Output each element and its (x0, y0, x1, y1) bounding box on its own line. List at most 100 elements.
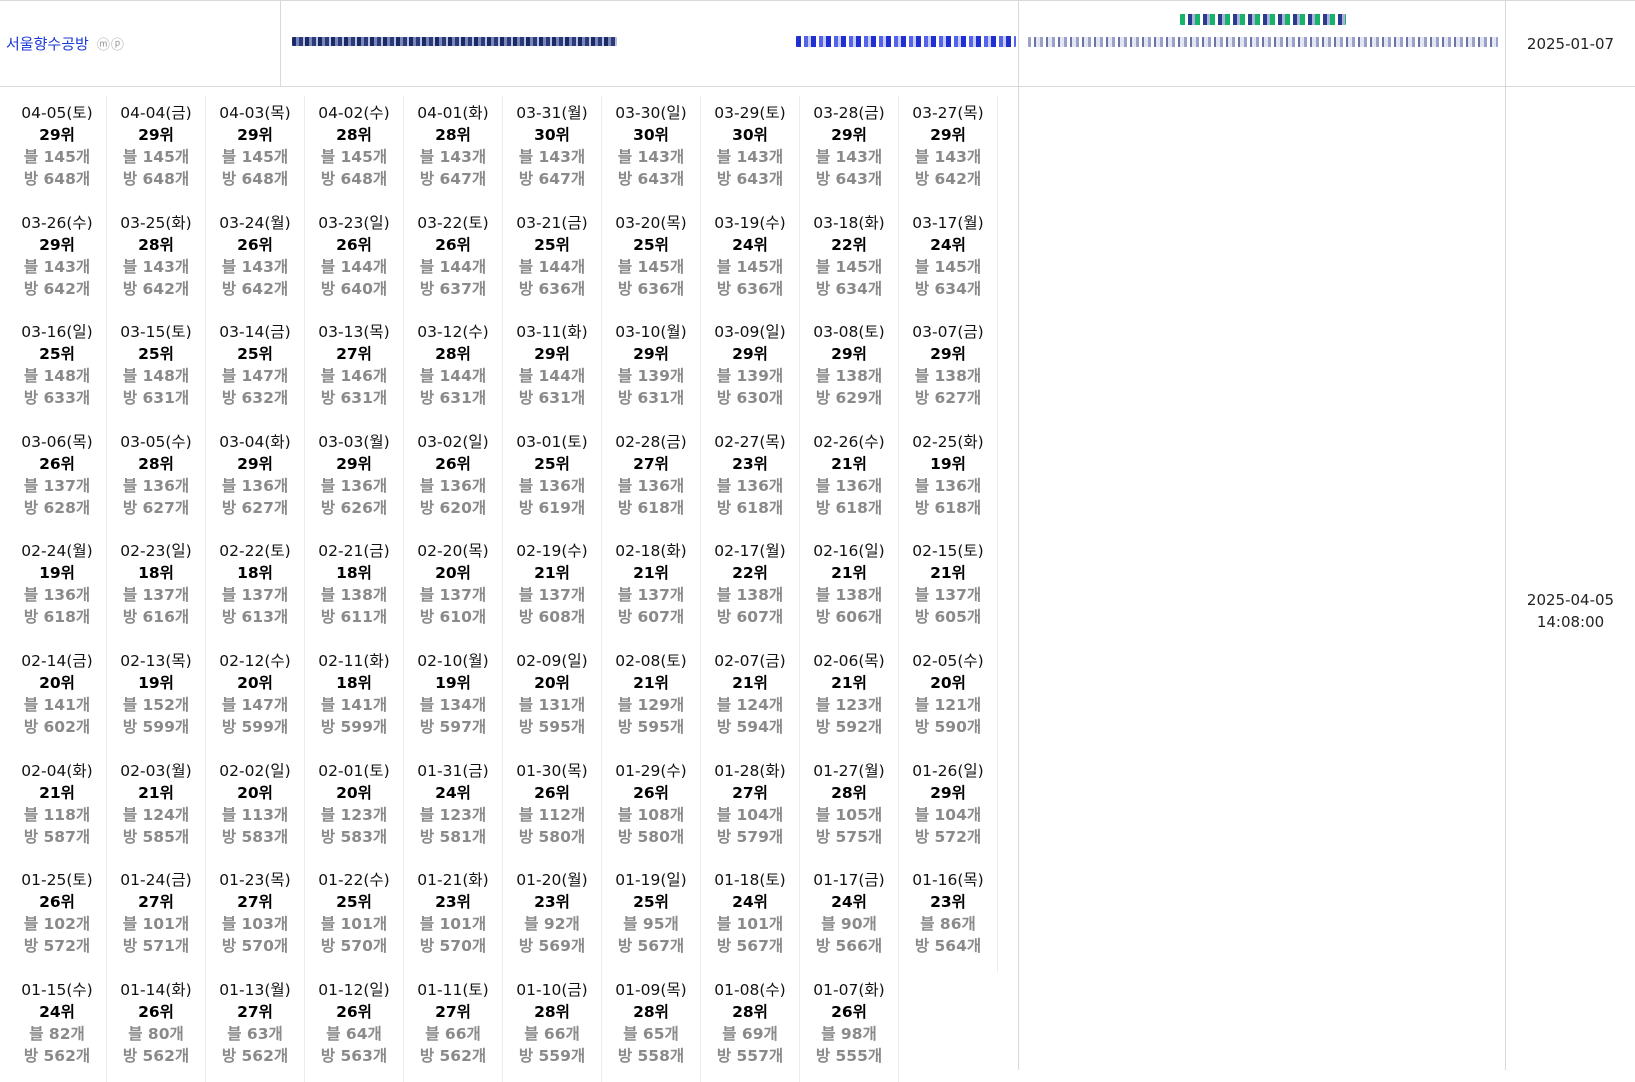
day-date: 01-11(토) (417, 980, 489, 999)
day-cell: 01-29(수) 26위 블 108개 방 580개 (602, 753, 701, 864)
day-rank: 29위 (237, 454, 273, 473)
day-room-count: 방 636개 (716, 279, 784, 298)
day-room-count: 방 631개 (122, 389, 190, 408)
day-room-count: 방 627개 (221, 498, 289, 517)
day-room-count: 방 618개 (716, 498, 784, 517)
day-blog-count: 블 108개 (617, 805, 685, 824)
day-room-count: 방 637개 (419, 279, 487, 298)
day-cell: 02-01(토) 20위 블 123개 방 583개 (305, 753, 404, 864)
day-cell: 03-10(월) 29위 블 139개 방 631개 (602, 315, 701, 425)
day-cell: 01-27(월) 28위 블 105개 방 575개 (800, 753, 899, 864)
day-room-count: 방 569개 (518, 937, 586, 956)
day-room-count: 방 631개 (518, 389, 586, 408)
day-cell: 01-24(금) 27위 블 101개 방 571개 (107, 863, 206, 973)
day-blog-count: 블 101개 (320, 915, 388, 934)
day-rank: 21위 (831, 564, 867, 583)
day-date: 02-02(일) (219, 761, 291, 780)
day-rank: 27위 (633, 454, 669, 473)
day-rank: 28위 (633, 1002, 669, 1021)
day-blog-count: 블 138개 (815, 586, 883, 605)
day-date: 03-07(금) (912, 323, 984, 342)
day-room-count: 방 580개 (617, 827, 685, 846)
day-room-count: 방 572개 (23, 937, 91, 956)
day-rank: 22위 (732, 564, 768, 583)
day-room-count: 방 618개 (23, 608, 91, 627)
day-rank: 18위 (336, 673, 372, 692)
day-date: 02-11(화) (318, 651, 390, 670)
day-room-count: 방 627개 (914, 389, 982, 408)
day-date: 04-01(화) (417, 104, 489, 122)
day-room-count: 방 579개 (716, 827, 784, 846)
day-date: 01-26(일) (912, 761, 984, 780)
day-cell: 02-23(일) 18위 블 137개 방 616개 (107, 534, 206, 644)
day-date: 01-18(토) (714, 871, 786, 890)
day-room-count: 방 618개 (617, 498, 685, 517)
day-cell: 02-06(목) 21위 블 123개 방 592개 (800, 643, 899, 754)
day-blog-count: 블 139개 (716, 367, 784, 386)
day-room-count: 방 583개 (221, 827, 289, 846)
day-blog-count: 블 144개 (518, 257, 586, 276)
day-date: 01-28(화) (714, 761, 786, 780)
day-cell: 01-09(목) 28위 블 65개 방 558개 (602, 972, 701, 1082)
day-cell: 04-02(수) 28위 블 145개 방 648개 (305, 96, 404, 206)
day-cell: 03-27(목) 29위 블 143개 방 642개 (899, 96, 998, 206)
day-blog-count: 블 137개 (617, 586, 685, 605)
day-date: 01-16(목) (912, 871, 984, 890)
day-cell: 03-08(토) 29위 블 138개 방 629개 (800, 315, 899, 425)
day-rank: 21위 (633, 564, 669, 583)
day-rank: 27위 (237, 893, 273, 912)
day-room-count: 방 595개 (617, 717, 685, 736)
day-blog-count: 블 148개 (23, 367, 91, 386)
day-blog-count: 블 136개 (617, 476, 685, 495)
day-rank: 29위 (336, 454, 372, 473)
day-rank: 29위 (633, 345, 669, 364)
day-room-count: 방 599개 (221, 717, 289, 736)
day-rank: 25위 (534, 235, 570, 254)
day-rank: 20위 (237, 673, 273, 692)
day-cell: 03-20(목) 25위 블 145개 방 636개 (602, 205, 701, 316)
day-rank: 20위 (435, 564, 471, 583)
day-rank: 21위 (831, 673, 867, 692)
day-blog-count: 블 138개 (914, 367, 982, 386)
day-room-count: 방 564개 (914, 937, 982, 956)
day-rank: 21위 (930, 564, 966, 583)
day-room-count: 방 590개 (914, 717, 982, 736)
blog-title-link[interactable]: 서울향수공방 (6, 33, 89, 54)
day-cell: 01-11(토) 27위 블 66개 방 562개 (404, 972, 503, 1082)
day-room-count: 방 566개 (815, 937, 883, 956)
day-cell: 02-21(금) 18위 블 138개 방 611개 (305, 534, 404, 644)
day-date: 03-01(토) (516, 432, 588, 451)
day-blog-count: 블 136개 (716, 476, 784, 495)
day-room-count: 방 594개 (716, 717, 784, 736)
day-cell: 01-19(일) 25위 블 95개 방 567개 (602, 863, 701, 973)
day-rank: 24위 (732, 893, 768, 912)
day-rank: 29위 (39, 235, 75, 254)
day-blog-count: 블 138개 (320, 586, 388, 605)
day-rank: 25위 (237, 345, 273, 364)
day-date: 03-26(수) (21, 213, 93, 232)
day-cell: 03-19(수) 24위 블 145개 방 636개 (701, 205, 800, 316)
day-blog-count: 블 64개 (326, 1024, 382, 1043)
day-blog-count: 블 137개 (518, 586, 586, 605)
day-cell: 03-03(월) 29위 블 136개 방 626개 (305, 424, 404, 535)
day-cell: 03-30(일) 30위 블 143개 방 643개 (602, 96, 701, 206)
day-date: 02-18(화) (615, 542, 687, 561)
day-date: 01-31(금) (417, 761, 489, 780)
day-rank: 25위 (336, 893, 372, 912)
day-room-count: 방 575개 (815, 827, 883, 846)
day-room-count: 방 620개 (419, 498, 487, 517)
day-date: 02-13(목) (120, 651, 192, 670)
day-date: 02-10(월) (417, 651, 489, 670)
day-rank: 29위 (732, 345, 768, 364)
day-date: 03-09(일) (714, 323, 786, 342)
day-date: 02-17(월) (714, 542, 786, 561)
day-date: 01-17(금) (813, 871, 885, 890)
day-room-count: 방 595개 (518, 717, 586, 736)
day-cell: 03-02(일) 26위 블 136개 방 620개 (404, 424, 503, 535)
day-blog-count: 블 131개 (518, 695, 586, 714)
day-date: 03-13(목) (318, 323, 390, 342)
day-blog-count: 블 112개 (518, 805, 586, 824)
day-cell: 01-07(화) 26위 블 98개 방 555개 (800, 972, 899, 1082)
start-date: 2025-01-07 (1526, 35, 1615, 53)
day-date: 02-07(금) (714, 651, 786, 670)
